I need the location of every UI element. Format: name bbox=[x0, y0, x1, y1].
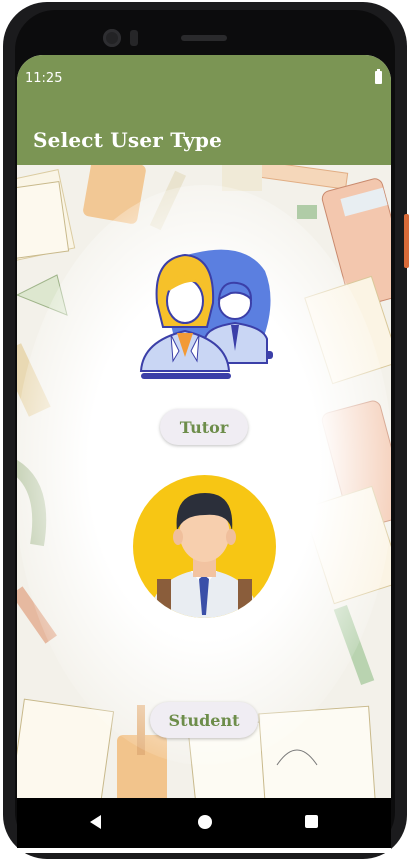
system-nav-bar bbox=[17, 798, 391, 848]
earpiece-speaker bbox=[181, 35, 227, 41]
power-button bbox=[404, 214, 409, 268]
status-bar: 11:25 bbox=[17, 55, 391, 103]
front-camera bbox=[103, 29, 121, 47]
page-title: Select User Type bbox=[33, 128, 223, 152]
tutor-button[interactable]: Tutor bbox=[160, 409, 248, 445]
tutor-button-label: Tutor bbox=[179, 417, 229, 437]
app-bar: Select User Type bbox=[17, 103, 391, 165]
back-icon[interactable] bbox=[90, 815, 101, 829]
battery-icon bbox=[375, 69, 382, 84]
camera-sensor bbox=[130, 30, 138, 46]
home-icon[interactable] bbox=[198, 815, 212, 829]
student-avatar-icon bbox=[133, 475, 276, 618]
tutor-avatar-icon bbox=[139, 249, 273, 379]
student-button[interactable]: Student bbox=[150, 702, 258, 738]
student-button-label: Student bbox=[168, 710, 240, 730]
content-area: Tutor Student bbox=[17, 165, 391, 798]
app-screen: 11:25 Select User Type Tutor Student bbox=[17, 55, 391, 853]
status-time: 11:25 bbox=[25, 71, 63, 86]
recent-apps-icon[interactable] bbox=[305, 815, 318, 828]
